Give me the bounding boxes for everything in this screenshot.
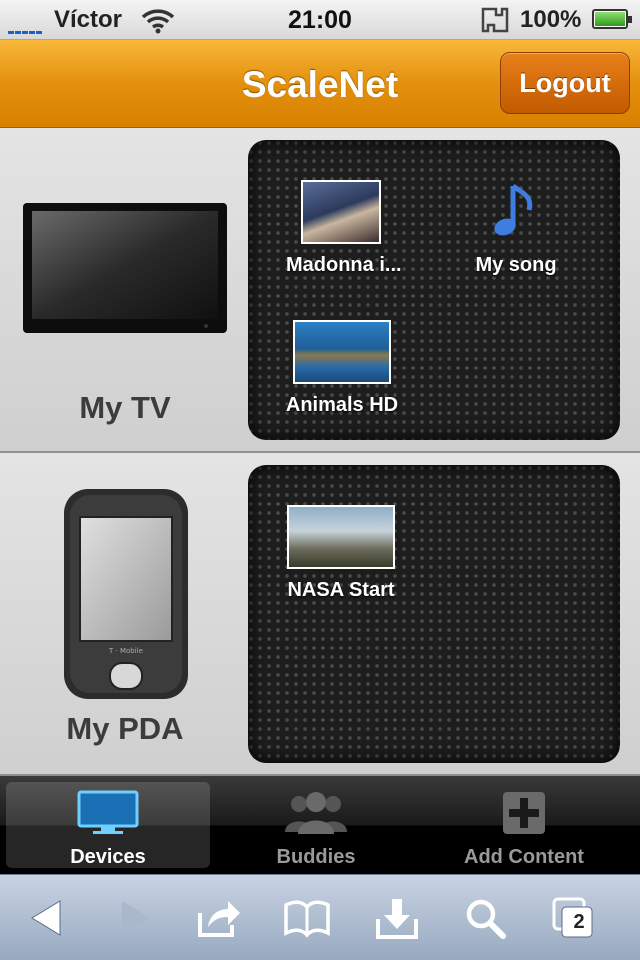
nav-header: ScaleNet Logout (0, 40, 640, 128)
tab-add-content[interactable]: Add Content (422, 782, 626, 868)
content-item-my-song[interactable]: My song (466, 180, 566, 277)
browser-toolbar: 2 (0, 874, 640, 960)
device-name-pda: My PDA (66, 711, 184, 746)
content-panel-tv: Madonna i... My song Animals HD (248, 140, 620, 440)
content-item-madonna[interactable]: Madonna i... (286, 180, 402, 277)
video-thumbnail (301, 180, 381, 244)
battery-icon (592, 9, 632, 29)
battery-percent: 100% (520, 6, 582, 33)
download-icon[interactable] (374, 895, 420, 941)
content-panel-pda: NASA Start (248, 465, 620, 763)
nfc-icon (481, 7, 509, 33)
tab-devices[interactable]: Devices (6, 782, 210, 868)
share-icon[interactable] (196, 895, 242, 941)
monitor-icon (77, 790, 139, 834)
people-icon (285, 792, 347, 834)
music-note-icon (494, 183, 533, 236)
tv-icon (23, 203, 227, 333)
tab-buddies[interactable]: Buddies (214, 782, 418, 868)
content-item-animals-hd[interactable]: Animals HD (272, 320, 412, 417)
tab-bar: Devices Buddies Add Content (0, 776, 640, 874)
pda-icon: T · Mobile (64, 489, 188, 699)
forward-icon[interactable] (110, 895, 156, 941)
device-name-tv: My TV (79, 390, 171, 425)
svg-text:T · Mobile: T · Mobile (108, 647, 143, 655)
device-row-tv[interactable]: My TV Madonna i... My song Animals HD (0, 128, 640, 453)
back-icon[interactable] (26, 895, 72, 941)
pages-count: 2 (573, 911, 585, 933)
bookmarks-icon[interactable] (284, 895, 330, 941)
device-row-pda[interactable]: T · Mobile My PDA NASA Start (0, 453, 640, 776)
video-thumbnail (287, 505, 395, 569)
content-item-nasa-start[interactable]: NASA Start (266, 505, 416, 602)
status-bar: Víctor 21:00 100% (0, 0, 640, 40)
logout-button[interactable]: Logout (500, 52, 630, 114)
video-thumbnail (293, 320, 391, 384)
search-icon[interactable] (462, 895, 508, 941)
plus-icon (503, 792, 545, 834)
